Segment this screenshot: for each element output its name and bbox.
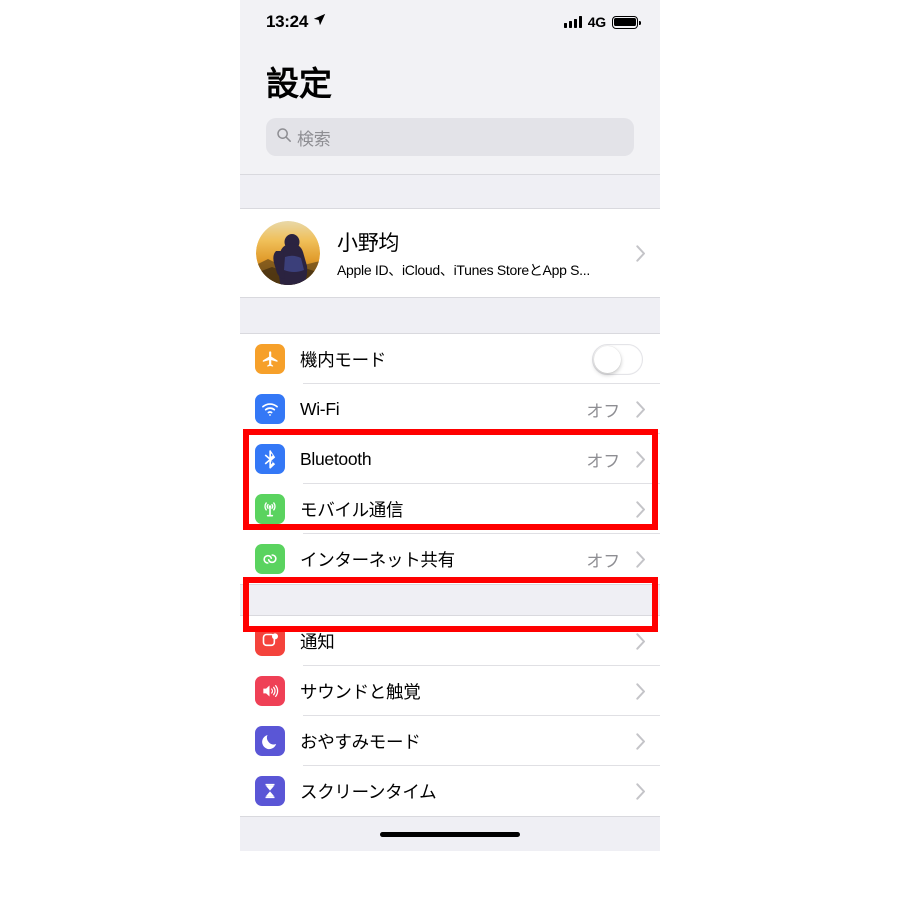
iphone-screen: 13:24 4G 設定 検索 小野均 Apple ID、iCloud、iTune… [240,0,660,900]
chevron-right-icon [628,451,646,468]
settings-scroll-view: 設定 検索 小野均 Apple ID、iCloud、iTunes StoreとA… [240,44,660,852]
moon-icon [255,726,285,757]
location-arrow-icon [313,13,326,31]
search-placeholder: 検索 [297,129,331,149]
bluetooth-status-value: オフ [586,451,620,471]
page-title: 設定 [266,65,332,102]
status-bar: 13:24 4G [240,0,660,44]
home-indicator-area [240,816,660,852]
status-bar-left: 13:24 [266,12,326,32]
chevron-right-icon [628,633,646,650]
apple-id-account-row[interactable]: 小野均 Apple ID、iCloud、iTunes StoreとApp S..… [240,209,660,298]
notifications-group: 通知 サウンドと触覚 おやすみモード スクリーンタイム [240,616,660,817]
sidebar-item-bluetooth[interactable]: Bluetooth オフ [240,434,660,485]
account-text-block: 小野均 Apple ID、iCloud、iTunes StoreとApp S..… [337,227,628,280]
sidebar-item-airplane-mode[interactable]: 機内モード [240,334,660,385]
avatar-photo-hiker-sunset [256,221,320,286]
network-type-label: 4G [587,14,606,30]
sidebar-item-label: 通知 [300,631,335,652]
sidebar-item-label: モバイル通信 [300,499,404,520]
sidebar-item-notifications[interactable]: 通知 [240,616,660,667]
sidebar-item-wifi[interactable]: Wi-Fi オフ [240,384,660,435]
search-icon [276,127,292,148]
chevron-right-icon [628,245,646,262]
cellular-signal-icon [563,16,582,28]
hotspot-link-icon [255,544,285,575]
home-indicator-bar[interactable] [380,831,520,837]
chevron-right-icon [628,551,646,568]
header-spacer [240,156,660,175]
sidebar-item-label: 機内モード [300,349,386,370]
hourglass-icon [255,776,285,807]
group-separator-top [240,174,660,210]
search-input[interactable]: 検索 [266,118,634,157]
sidebar-item-label: インターネット共有 [300,549,455,570]
status-bar-right: 4G [563,14,641,30]
chevron-right-icon [628,401,646,418]
status-time: 13:24 [266,12,308,31]
airplane-icon [255,344,285,375]
cellular-tower-icon [255,494,285,525]
chevron-right-icon [628,683,646,700]
connectivity-group: 機内モード Wi-Fi オフ Bluetooth オフ モバイル通信 インターネ… [240,334,660,585]
sidebar-item-sounds-haptics[interactable]: サウンドと触覚 [240,666,660,717]
speaker-icon [255,676,285,707]
sidebar-item-label: サウンドと触覚 [300,681,421,702]
account-subtitle: Apple ID、iCloud、iTunes StoreとApp S... [337,261,590,278]
sidebar-item-screen-time[interactable]: スクリーンタイム [240,766,660,817]
sidebar-item-do-not-disturb[interactable]: おやすみモード [240,716,660,767]
sidebar-item-label: スクリーンタイム [300,781,437,802]
notification-badge-icon [255,626,285,657]
bluetooth-icon [255,444,285,475]
sidebar-item-cellular[interactable]: モバイル通信 [240,484,660,535]
group-separator-1 [240,297,660,335]
hotspot-status-value: オフ [586,551,620,571]
airplane-mode-toggle[interactable] [592,343,643,375]
group-separator-2 [240,584,660,617]
chevron-right-icon [628,733,646,750]
toggle-knob [594,345,621,373]
sidebar-item-label: おやすみモード [300,731,421,752]
sidebar-item-label: Bluetooth [300,448,372,469]
sidebar-item-label: Wi-Fi [300,398,340,419]
avatar [256,221,320,286]
settings-header: 設定 検索 [240,44,660,157]
wifi-status-value: オフ [586,401,620,421]
chevron-right-icon [628,783,646,800]
wifi-icon [255,394,285,425]
sidebar-item-personal-hotspot[interactable]: インターネット共有 オフ [240,534,660,585]
account-name: 小野均 [337,231,400,255]
battery-full-icon [612,15,641,29]
chevron-right-icon [628,501,646,518]
